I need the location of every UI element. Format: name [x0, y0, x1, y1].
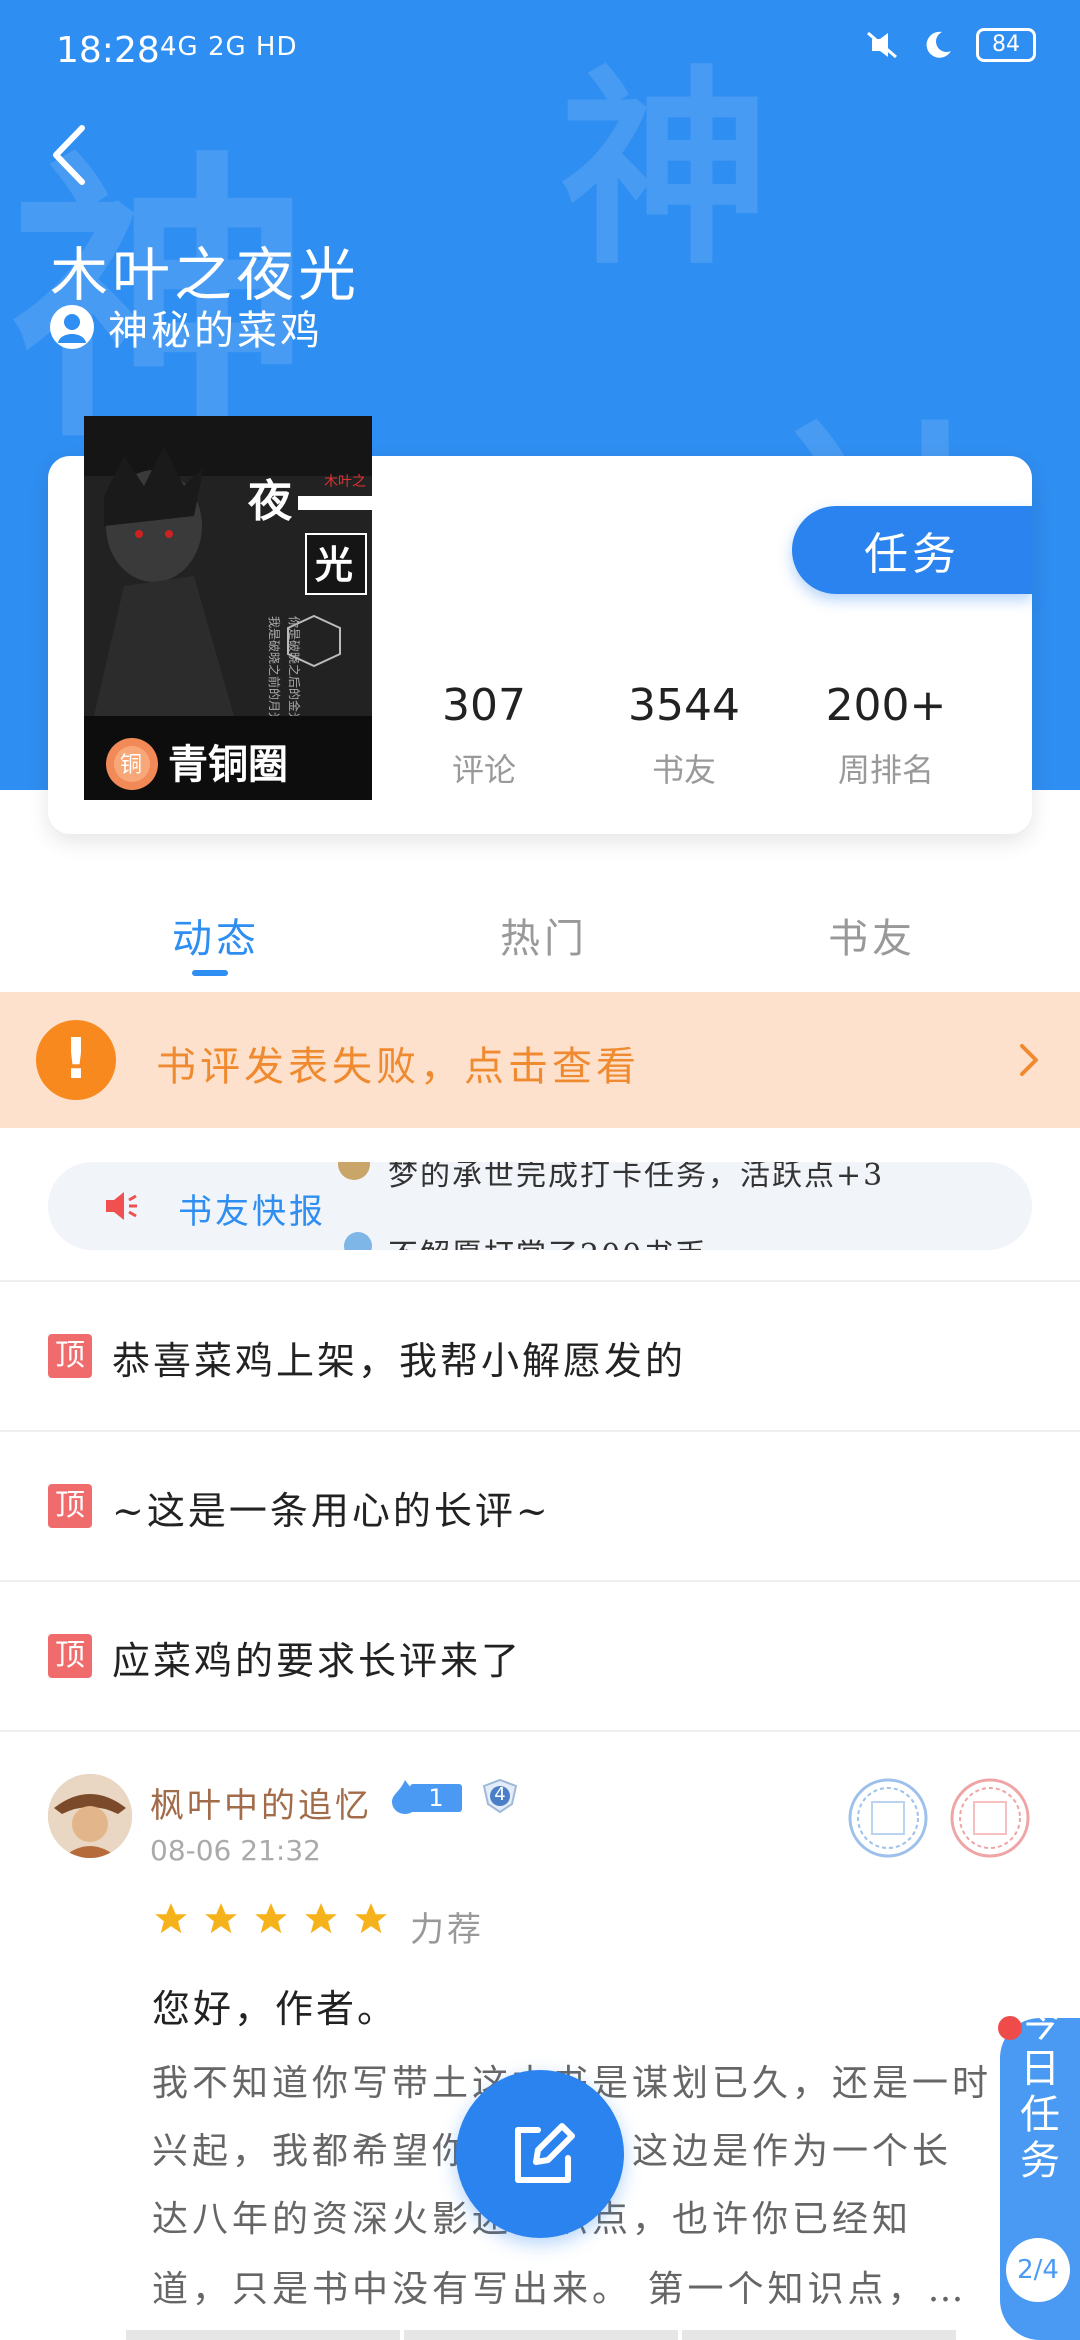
- task-button[interactable]: 任务: [792, 506, 1032, 594]
- cover-badge-text: 铜: [120, 753, 142, 778]
- cover-art: 夜 木叶之 光 你是破晓之后的金光 我是破晓之前的月光 铜 青铜圈: [84, 416, 372, 800]
- author-reply-stamp-icon: [848, 1778, 928, 1858]
- image-strip-placeholder: [126, 2330, 956, 2340]
- tab-book-friends[interactable]: 书友: [828, 906, 916, 964]
- chevron-right-icon: [1020, 1044, 1038, 1076]
- pinned-post[interactable]: 顶 恭喜菜鸡上架，我帮小解愿发的: [0, 1282, 1080, 1430]
- post-username[interactable]: 枫叶中的追忆: [150, 1778, 372, 1827]
- pinned-title: 恭喜菜鸡上架，我帮小解愿发的: [112, 1339, 687, 1383]
- svg-text:青铜圈: 青铜圈: [168, 742, 288, 788]
- vibrate-mute-icon: [867, 31, 897, 59]
- stat-label: 周排名: [837, 751, 934, 789]
- star-icon: [255, 1903, 287, 1934]
- network-indicators: 4G 2G HD: [160, 32, 298, 62]
- post-body-line: 道，只是书中没有写出来。 第一个知识点，…: [152, 2269, 968, 2310]
- tab-dynamics[interactable]: 动态: [172, 906, 260, 964]
- alert-text: 书评发表失败，点击查看: [156, 1044, 640, 1090]
- rating-stars: [152, 1900, 390, 1938]
- author-link[interactable]: 神秘的菜鸡: [50, 298, 323, 356]
- stat-comments[interactable]: 307 评论: [394, 680, 574, 791]
- post-greeting: 您好，作者。: [152, 1987, 399, 2031]
- speaker-icon: [106, 1192, 137, 1220]
- stat-value: 3544: [628, 680, 740, 731]
- stat-fans[interactable]: 3544 书友: [594, 680, 774, 791]
- stat-value: 307: [442, 680, 526, 731]
- pinned-post[interactable]: 顶 ~这是一条用心的长评~: [0, 1432, 1080, 1580]
- pinned-post[interactable]: 顶 应菜鸡的要求长评来了: [0, 1582, 1080, 1730]
- star-icon: [305, 1903, 337, 1934]
- battery-indicator: 84: [976, 28, 1036, 62]
- notification-dot: [998, 2016, 1022, 2040]
- tab-hot[interactable]: 热门: [500, 906, 588, 964]
- svg-text:你是破晓之后的金光: 你是破晓之后的金光: [287, 616, 302, 724]
- stat-label: 评论: [451, 751, 516, 789]
- fan-level-value: 1: [410, 1784, 462, 1812]
- svg-text:我是破晓之前的月光: 我是破晓之前的月光: [267, 616, 282, 724]
- pin-badge: 顶: [48, 1484, 92, 1528]
- task-page-indicator: 2/4: [1006, 2238, 1070, 2302]
- post-failed-alert[interactable]: ! 书评发表失败，点击查看: [0, 992, 1080, 1128]
- shield-badge: 4: [480, 1776, 520, 1816]
- svg-text:夜: 夜: [247, 476, 293, 527]
- svg-text:木叶之: 木叶之: [324, 474, 366, 490]
- edit-icon: [515, 2123, 575, 2183]
- status-time: 18:28: [56, 30, 160, 71]
- ticker-line: 梦的承世完成打卡任务，活跃点+3: [388, 1162, 885, 1193]
- star-icon: [205, 1903, 237, 1934]
- status-right-icons: 84: [864, 28, 1036, 62]
- svg-text:光: 光: [315, 542, 353, 587]
- compose-button[interactable]: [456, 2070, 624, 2238]
- ticker-label: 书友快报: [178, 1192, 326, 1232]
- ticker-line: 不解愿打赏了200书币: [388, 1230, 707, 1250]
- tab-indicator: [192, 970, 228, 976]
- pin-badge: 顶: [48, 1334, 92, 1378]
- user-icon: [50, 305, 94, 349]
- ticker-avatar: [338, 1162, 370, 1180]
- featured-stamp-icon: [950, 1778, 1030, 1858]
- fan-level-badge: 1: [388, 1778, 462, 1814]
- rating-label: 力荐: [410, 1910, 484, 1950]
- divider: [0, 1730, 1080, 1732]
- star-icon: [355, 1903, 387, 1934]
- post-time: 08-06 21:32: [150, 1834, 321, 1867]
- star-icon: [155, 1903, 187, 1934]
- stat-label: 书友: [651, 751, 716, 789]
- pinned-title: ~这是一条用心的长评~: [112, 1489, 551, 1533]
- avatar[interactable]: [48, 1774, 132, 1858]
- pin-badge: 顶: [48, 1634, 92, 1678]
- book-friend-news-ticker[interactable]: 书友快报 梦的承世完成打卡任务，活跃点+3 不解愿打赏了200书币: [48, 1162, 1032, 1250]
- exclamation-icon: !: [36, 1020, 116, 1100]
- moon-icon: [926, 31, 951, 58]
- ticker-avatar: [344, 1232, 372, 1250]
- book-cover[interactable]: 夜 木叶之 光 你是破晓之后的金光 我是破晓之前的月光 铜 青铜圈: [84, 416, 372, 800]
- pinned-title: 应菜鸡的要求长评来了: [112, 1639, 523, 1683]
- author-name: 神秘的菜鸡: [108, 308, 323, 354]
- back-chevron-icon[interactable]: [46, 120, 90, 190]
- stat-weekly-rank[interactable]: 200+ 周排名: [796, 680, 976, 791]
- shield-level: 4: [494, 1784, 506, 1805]
- daily-task-label: 今日任务: [1020, 2000, 1060, 2184]
- stat-value: 200+: [825, 680, 947, 731]
- status-bar: 18:28 4G 2G HD 84: [0, 0, 1080, 110]
